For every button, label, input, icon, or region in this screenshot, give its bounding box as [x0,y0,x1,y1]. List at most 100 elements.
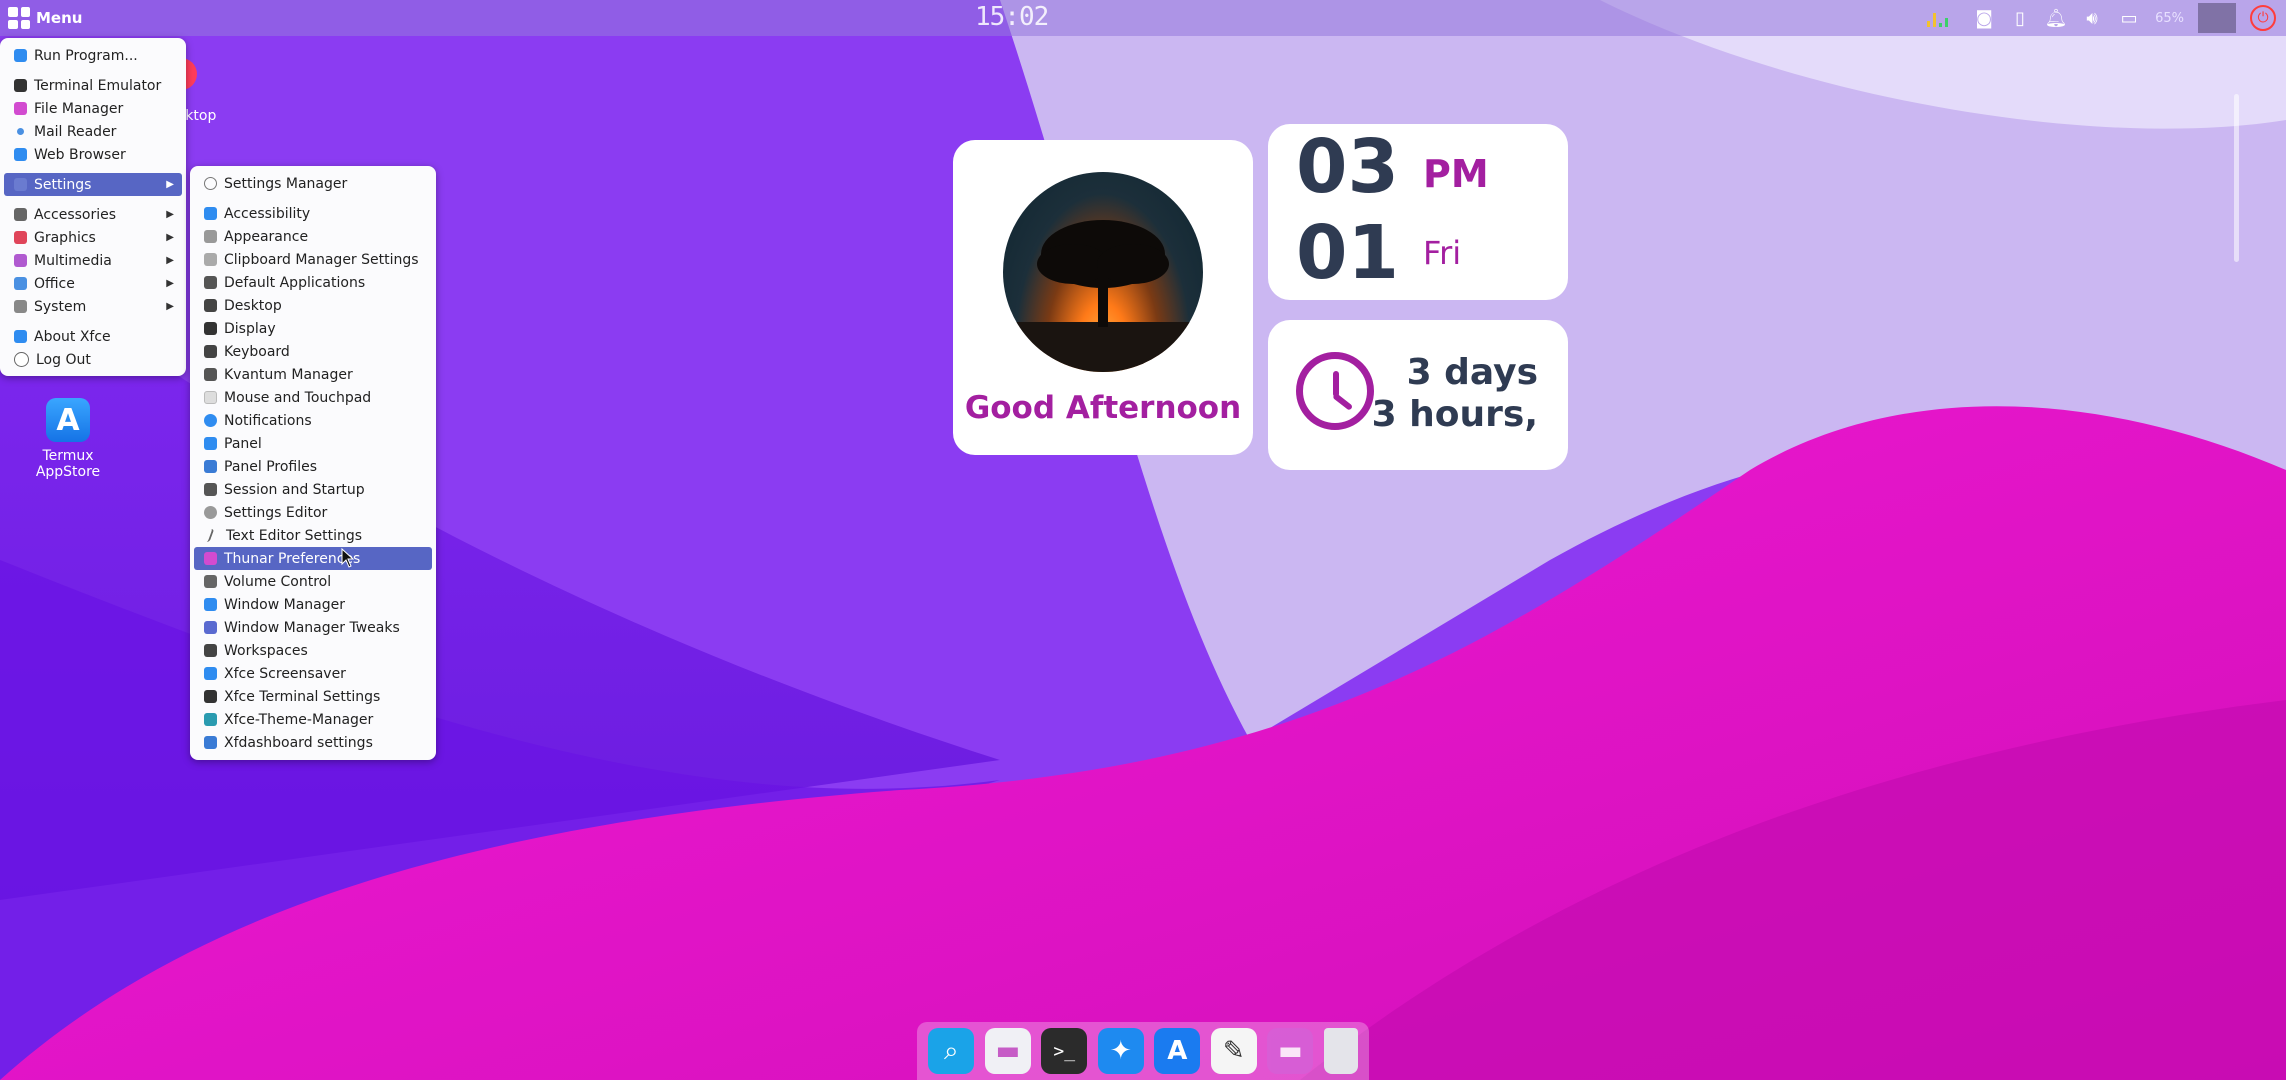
minute-value: 01 [1296,210,1399,296]
logout-icon [14,352,29,367]
menu-item-label: File Manager [34,100,124,117]
settings-item-label: Kvantum Manager [224,366,353,383]
menu-item-run-program[interactable]: Run Program... [4,44,182,67]
settings-item-clipboard-manager[interactable]: Clipboard Manager Settings [194,248,432,271]
notification-bell-icon[interactable]: 🔔︎ [2045,7,2068,29]
volume-icon[interactable]: 🔊︎ [2081,7,2103,29]
uptime-hours: 3 hours, [1371,394,1538,435]
settings-item-volume-control[interactable]: Volume Control [194,570,432,593]
menu-item-label: Accessories [34,206,117,223]
folder-icon [14,102,27,115]
graphics-icon [14,231,27,244]
settings-item-kvantum-manager[interactable]: Kvantum Manager [194,363,432,386]
menu-item-label: Graphics [34,229,96,246]
battery-icon[interactable]: ▭ [2117,7,2141,29]
settings-item-xfce-theme-manager[interactable]: Xfce-Theme-Manager [194,708,432,731]
desktop-icon [204,299,217,312]
power-icon[interactable]: ⏻ [2250,5,2276,31]
menu-grid-icon [8,7,30,29]
folder-icon[interactable]: ▬ [984,1028,1031,1074]
thunar-icon [204,552,217,565]
menu-item-label: Log Out [36,351,91,368]
desktop-icon-termux-appstore[interactable]: A Termux AppStore [28,398,108,480]
settings-item-desktop[interactable]: Desktop [194,294,432,317]
text-editor-icon[interactable]: ✎ [1210,1028,1257,1074]
sunset-tree-image [1003,172,1203,372]
folder-icon[interactable]: ▬ [1267,1028,1314,1074]
settings-item-notifications[interactable]: Notifications [194,409,432,432]
appstore-icon[interactable]: A [1154,1028,1201,1074]
settings-submenu: Settings Manager Accessibility Appearanc… [190,166,436,760]
settings-item-label: Text Editor Settings [226,527,363,544]
menu-button[interactable]: Menu [0,0,90,36]
menu-item-office[interactable]: Office ▶ [4,272,182,295]
settings-item-settings-manager[interactable]: Settings Manager [194,172,432,195]
settings-item-xfce-terminal-settings[interactable]: Xfce Terminal Settings [194,685,432,708]
settings-item-label: Xfce-Theme-Manager [224,711,374,728]
settings-item-panel[interactable]: Panel [194,432,432,455]
network-graph-icon[interactable] [1925,7,1959,29]
menu-item-terminal-emulator[interactable]: Terminal Emulator [4,74,182,97]
settings-item-window-manager-tweaks[interactable]: Window Manager Tweaks [194,616,432,639]
settings-item-mouse-touchpad[interactable]: Mouse and Touchpad [194,386,432,409]
settings-item-accessibility[interactable]: Accessibility [194,202,432,225]
settings-item-settings-editor[interactable]: Settings Editor [194,501,432,524]
clipboard-icon[interactable]: ▯ [2009,7,2031,29]
settings-item-window-manager[interactable]: Window Manager [194,593,432,616]
menu-item-mail-reader[interactable]: Mail Reader [4,120,182,143]
appearance-icon [204,230,217,243]
menu-item-label: About Xfce [34,328,111,345]
settings-item-display[interactable]: Display [194,317,432,340]
settings-item-label: Default Applications [224,274,366,291]
session-icon [204,483,217,496]
mail-icon [17,128,24,135]
menu-label: Menu [36,9,83,27]
display-icon [204,322,217,335]
settings-item-label: Desktop [224,297,282,314]
time-widget: 03 PM 01 Fri [1268,124,1568,300]
settings-item-label: Panel [224,435,262,452]
settings-item-appearance[interactable]: Appearance [194,225,432,248]
settings-item-session-startup[interactable]: Session and Startup [194,478,432,501]
settings-item-panel-profiles[interactable]: Panel Profiles [194,455,432,478]
menu-item-web-browser[interactable]: Web Browser [4,143,182,166]
settings-item-label: Window Manager [224,596,346,613]
panel-clock[interactable]: 15:02 [975,2,1049,34]
submenu-arrow-icon: ▶ [166,209,174,220]
menu-item-system[interactable]: System ▶ [4,295,182,318]
settings-item-xfce-screensaver[interactable]: Xfce Screensaver [194,662,432,685]
browser-icon [14,148,27,161]
settings-item-text-editor-settings[interactable]: Text Editor Settings [194,524,432,547]
screensaver-icon [204,667,217,680]
settings-item-xfdashboard-settings[interactable]: Xfdashboard settings [194,731,432,754]
settings-item-workspaces[interactable]: Workspaces [194,639,432,662]
safari-compass-icon[interactable]: ✦ [1097,1028,1144,1074]
uptime-days: 3 days [1406,352,1538,393]
menu-item-accessories[interactable]: Accessories ▶ [4,203,182,226]
menu-item-file-manager[interactable]: File Manager [4,97,182,120]
menu-item-log-out[interactable]: Log Out [4,348,182,371]
menu-item-about-xfce[interactable]: About Xfce [4,325,182,348]
submenu-arrow-icon: ▶ [166,255,174,266]
settings-item-keyboard[interactable]: Keyboard [194,340,432,363]
clipboard-icon [204,253,217,266]
menu-item-label: Office [34,275,75,292]
screenshot-icon[interactable]: ◙ [1973,7,1995,29]
menu-item-multimedia[interactable]: Multimedia ▶ [4,249,182,272]
xfdashboard-icon [204,736,217,749]
uptime-widget: 3 days 3 hours, [1268,320,1568,470]
menu-item-graphics[interactable]: Graphics ▶ [4,226,182,249]
trash-icon[interactable] [1323,1028,1358,1074]
settings-item-thunar-preferences[interactable]: Thunar Preferences [194,547,432,570]
workspace-switcher[interactable] [2198,3,2236,33]
uptime-text: 3 days 3 hours, [1372,352,1538,436]
menu-item-settings[interactable]: Settings ▶ [4,173,182,196]
appstore-icon: A [46,398,90,442]
day-value: Fri [1423,234,1462,272]
search-icon[interactable]: ⌕ [928,1028,975,1074]
notifications-icon [204,414,217,427]
settings-item-label: Panel Profiles [224,458,318,475]
menu-item-label: Web Browser [34,146,126,163]
terminal-icon[interactable]: >_ [1041,1028,1088,1074]
settings-item-default-applications[interactable]: Default Applications [194,271,432,294]
